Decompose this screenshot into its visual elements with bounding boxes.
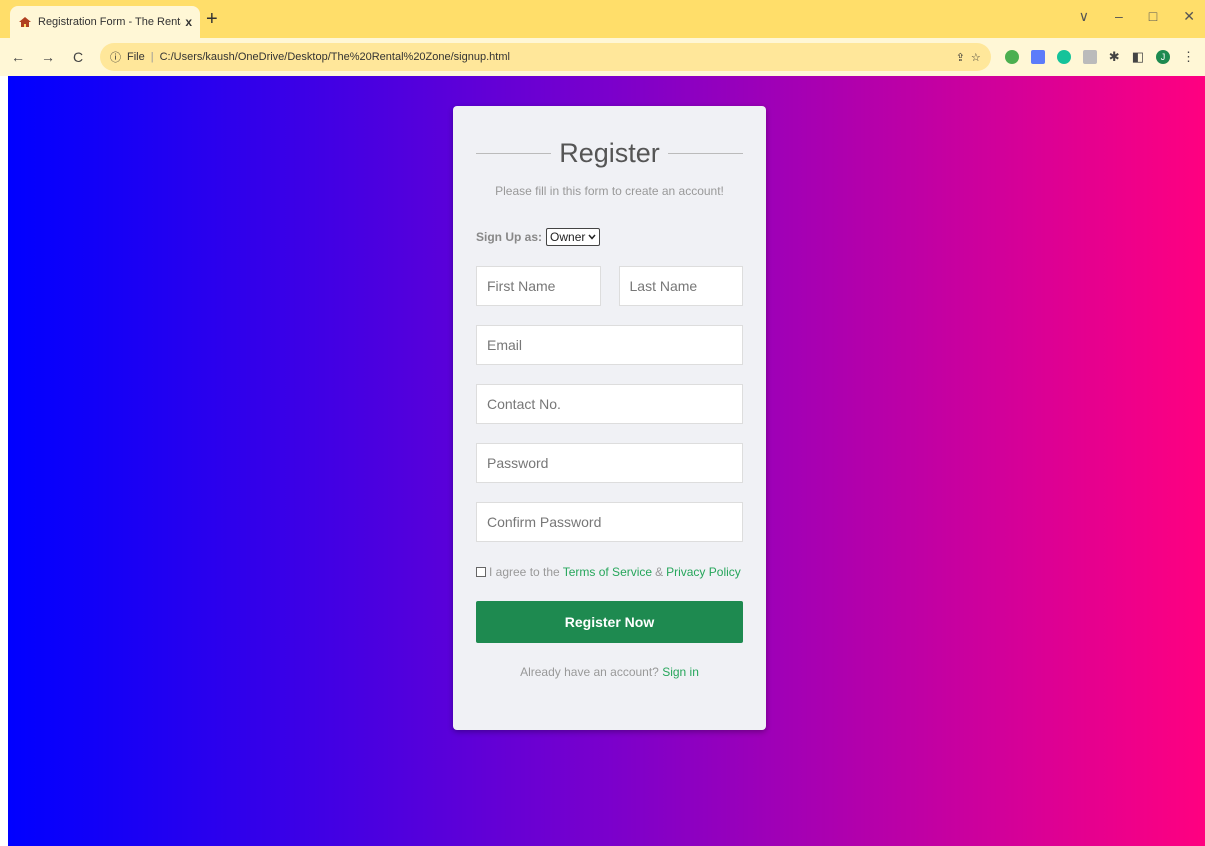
- forward-icon[interactable]: →: [40, 49, 56, 65]
- terms-link[interactable]: Terms of Service: [563, 565, 652, 579]
- confirm-password-input[interactable]: Confirm Password: [476, 502, 743, 542]
- form-subtitle: Please fill in this form to create an ac…: [495, 184, 724, 198]
- heading-divider-left: [476, 153, 552, 154]
- agree-row: I agree to the Terms of Service & Privac…: [476, 565, 743, 579]
- house-icon: [19, 17, 31, 27]
- signin-link[interactable]: Sign in: [662, 665, 699, 679]
- email-input[interactable]: Email: [476, 325, 743, 365]
- address-separator: |: [150, 51, 154, 63]
- register-now-button[interactable]: Register Now: [476, 601, 743, 643]
- shield-extension-icon[interactable]: [1004, 50, 1019, 64]
- side-panel-icon[interactable]: ◧: [1132, 49, 1144, 65]
- profile-avatar[interactable]: J: [1156, 50, 1170, 64]
- browser-chrome: Registration Form - The Rental Z x + ∨ –…: [0, 0, 1205, 76]
- already-text: Already have an account?: [520, 665, 659, 679]
- puzzle-icon[interactable]: ✱: [1109, 49, 1120, 65]
- privacy-link[interactable]: Privacy Policy: [666, 565, 741, 579]
- info-icon[interactable]: ⓘ: [110, 49, 121, 65]
- signup-as-select[interactable]: Owner: [546, 228, 601, 246]
- signup-as-label: Sign Up as:: [476, 230, 543, 244]
- signin-prompt: Already have an account? Sign in: [476, 665, 743, 679]
- agree-checkbox[interactable]: [476, 567, 486, 577]
- tab-search-icon[interactable]: ∨: [1079, 8, 1089, 25]
- translate-extension-icon[interactable]: [1030, 50, 1045, 64]
- bookmark-star-icon[interactable]: ☆: [971, 51, 981, 64]
- restore-icon[interactable]: □: [1149, 8, 1157, 25]
- form-heading: Register: [476, 138, 744, 169]
- password-input[interactable]: Password: [476, 443, 743, 483]
- page-background: Register Please fill in this form to cre…: [8, 76, 1205, 846]
- amp-text: &: [655, 565, 664, 579]
- heading-divider-right: [667, 153, 744, 154]
- signup-as-value: Owner: [550, 230, 586, 244]
- address-bar[interactable]: ⓘ File | C:/Users/kaush/OneDrive/Desktop…: [100, 43, 991, 71]
- extensions-bar: ✱ ◧ J ⋮: [1004, 49, 1195, 65]
- first-name-input[interactable]: First Name: [476, 266, 601, 306]
- register-card: Register Please fill in this form to cre…: [453, 106, 766, 730]
- chevron-down-icon: [588, 234, 596, 240]
- window-controls: ∨ – □ ✕: [1079, 8, 1195, 25]
- menu-icon[interactable]: ⋮: [1182, 49, 1195, 65]
- browser-tab[interactable]: Registration Form - The Rental Z x: [10, 6, 200, 38]
- tab-title: Registration Form - The Rental Z: [38, 16, 181, 28]
- reload-icon[interactable]: C: [70, 49, 86, 65]
- minimize-icon[interactable]: –: [1115, 8, 1123, 25]
- agree-prefix: I agree to the: [489, 565, 560, 579]
- share-icon[interactable]: ⇪: [956, 51, 965, 64]
- contact-input[interactable]: Contact No.: [476, 384, 743, 424]
- extension-icon[interactable]: [1082, 50, 1097, 64]
- new-tab-button[interactable]: +: [206, 8, 218, 31]
- last-name-input[interactable]: Last Name: [618, 266, 743, 306]
- close-window-icon[interactable]: ✕: [1183, 8, 1195, 25]
- name-row: First Name Last Name: [476, 266, 743, 306]
- file-label: File: [127, 51, 145, 63]
- tab-bar: Registration Form - The Rental Z x + ∨ –…: [0, 0, 1205, 38]
- grammarly-extension-icon[interactable]: [1056, 50, 1071, 64]
- tab-close-icon[interactable]: x: [185, 15, 192, 29]
- signup-as-row: Sign Up as: Owner: [476, 228, 743, 246]
- form-title: Register: [559, 138, 660, 168]
- back-icon[interactable]: ←: [10, 49, 26, 65]
- address-toolbar: ← → C ⓘ File | C:/Users/kaush/OneDrive/D…: [0, 38, 1205, 76]
- url-text[interactable]: C:/Users/kaush/OneDrive/Desktop/The%20Re…: [160, 51, 510, 63]
